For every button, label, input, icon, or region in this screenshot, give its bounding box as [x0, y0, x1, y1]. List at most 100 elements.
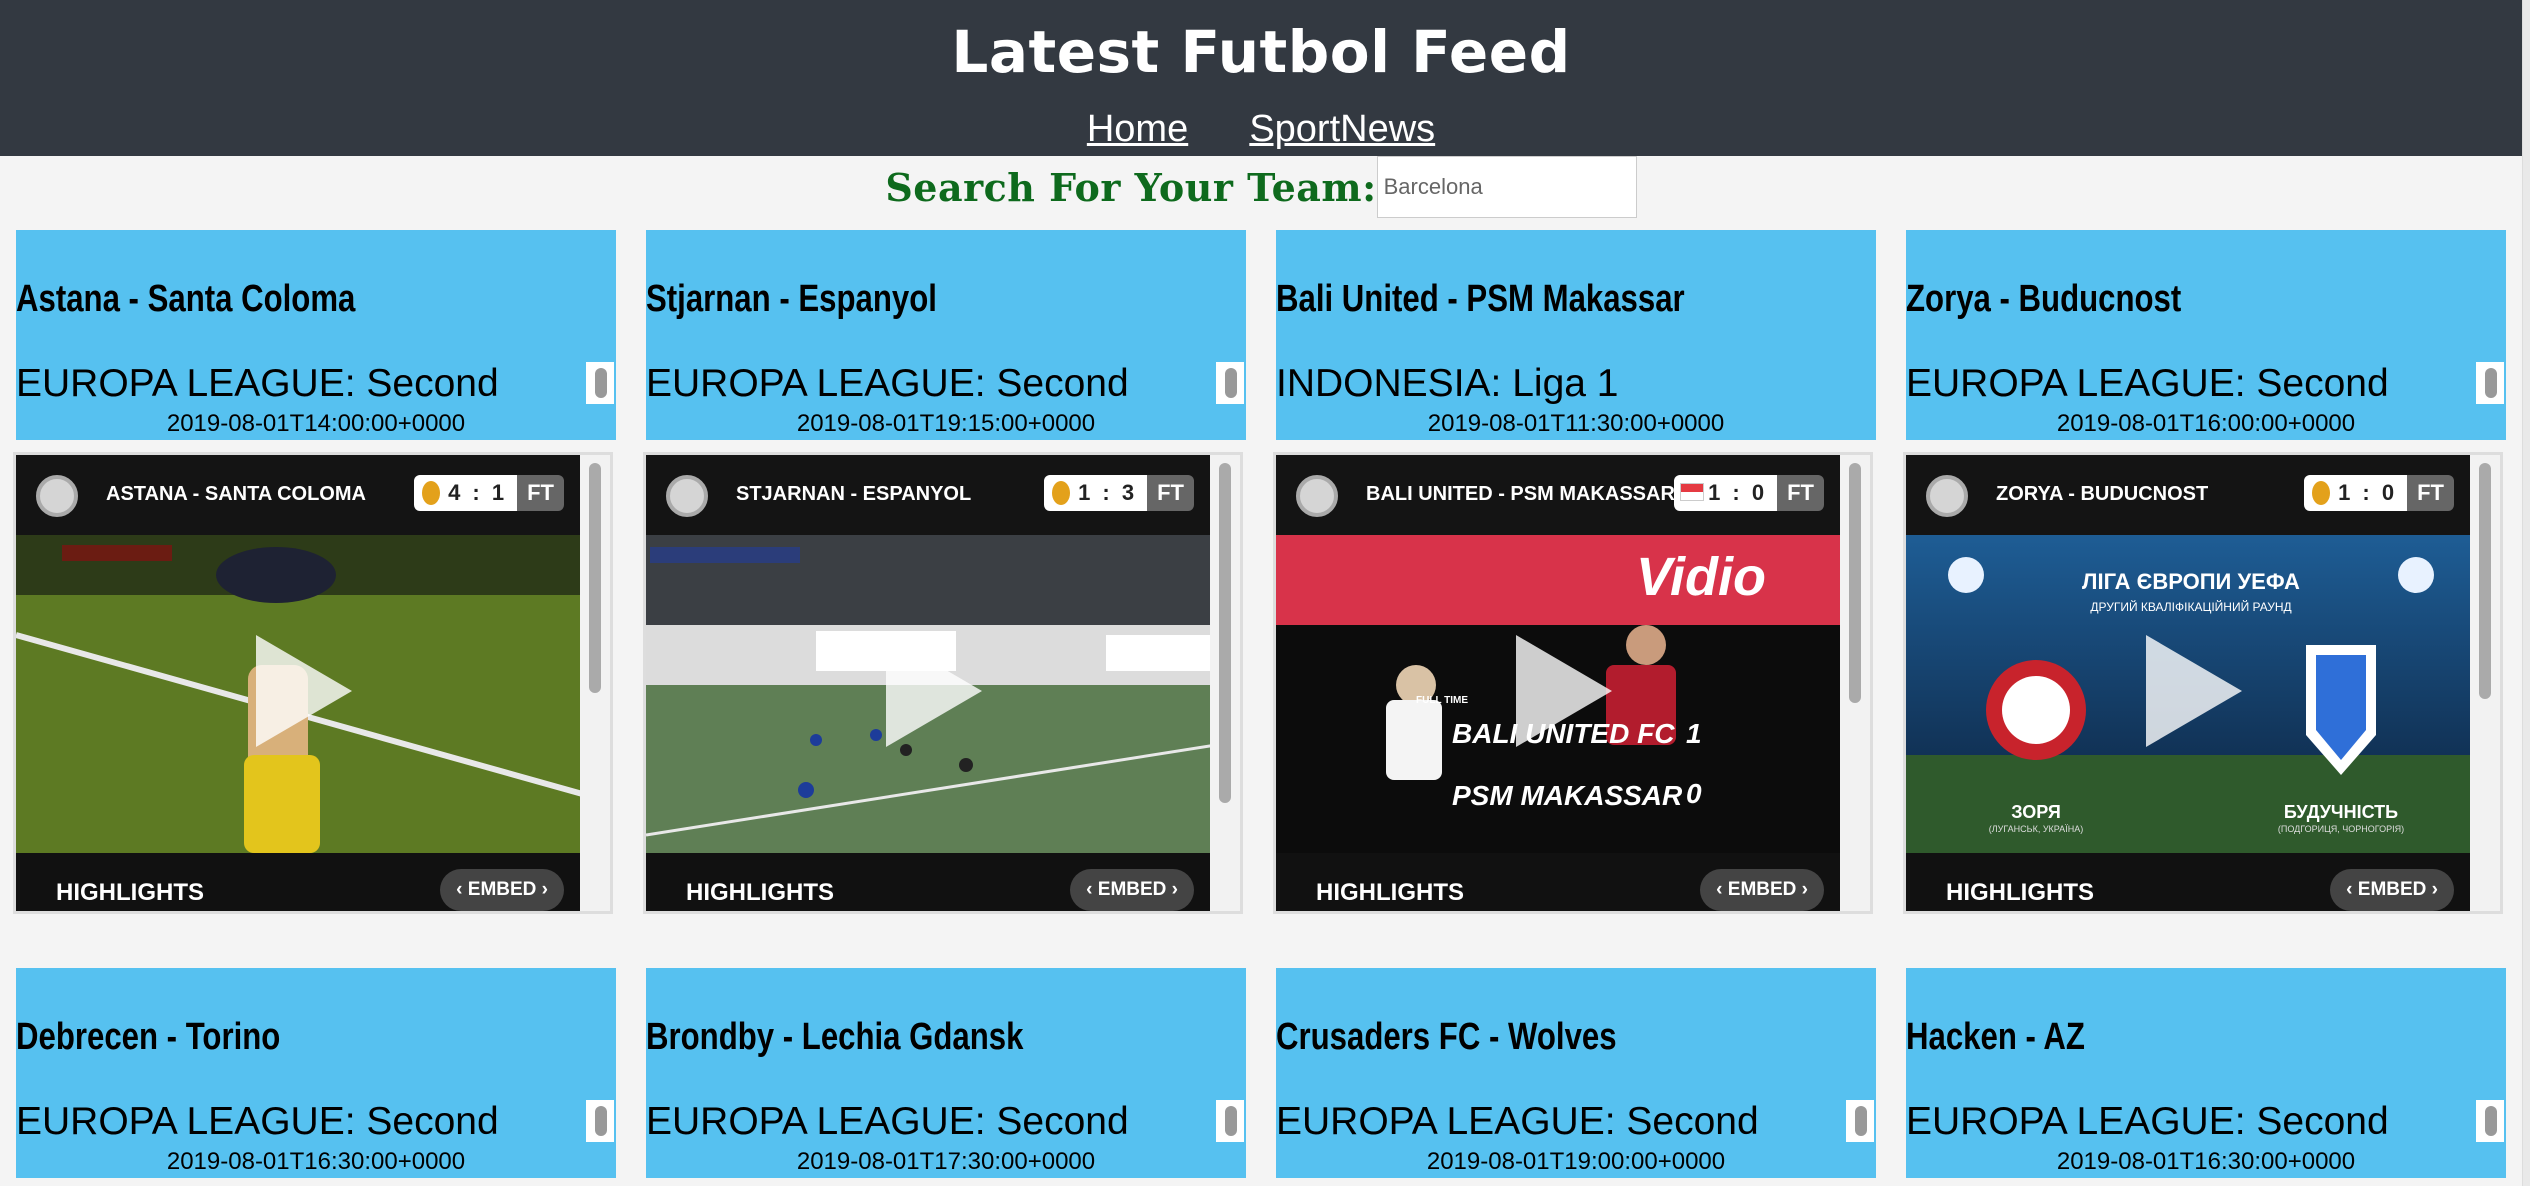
match-title: Stjarnan - Espanyol — [646, 278, 937, 320]
video-teams: ZORYA - BUDUCNOST — [1996, 483, 2209, 505]
video-top-bar: BALI UNITED - PSM MAKASSAR 1 : 0 FT — [1276, 455, 1846, 535]
match-competition: EUROPA LEAGUE: Second — [646, 1100, 1129, 1143]
europa-league-icon — [2312, 481, 2331, 505]
embed-button[interactable]: ‹ EMBED › — [1070, 869, 1194, 911]
play-icon[interactable] — [1516, 635, 1612, 747]
match-title: Brondby - Lechia Gdansk — [646, 1016, 1024, 1058]
video-status: FT — [1147, 475, 1194, 511]
match-competition: EUROPA LEAGUE: Second — [1906, 1100, 2389, 1143]
team-logo-icon — [36, 475, 78, 517]
match-card-header: Bali United - PSM Makassar INDONESIA: Li… — [1276, 230, 1876, 440]
video-status: FT — [517, 475, 564, 511]
page-scrollbar[interactable] — [2522, 0, 2530, 1186]
play-icon[interactable] — [2146, 635, 2242, 747]
highlight-video-embed[interactable]: ASTANA - SANTA COLOMA 4 : 1 FT HIGHLIGHT… — [13, 452, 613, 914]
play-icon[interactable] — [886, 635, 982, 747]
match-date: 2019-08-01T17:30:00+0000 — [796, 1148, 1096, 1175]
match-card-header: Crusaders FC - Wolves EUROPA LEAGUE: Sec… — [1276, 968, 1876, 1178]
embed-button[interactable]: ‹ EMBED › — [1700, 869, 1824, 911]
fulltime-label: FULL TIME — [1416, 695, 1468, 706]
video-score: 1 : 0 — [2338, 480, 2398, 505]
score-badge: 1 : 0 FT — [2304, 475, 2454, 511]
video-bottom-bar: HIGHLIGHTS ‹ EMBED › — [16, 853, 586, 911]
match-card-header: Stjarnan - Espanyol EUROPA LEAGUE: Secon… — [646, 230, 1246, 440]
overlay-away-team: БУДУЧНІСТЬ — [2284, 802, 2398, 822]
score-badge: 1 : 0 FT — [1674, 475, 1824, 511]
video-bottom-bar: HIGHLIGHTS ‹ EMBED › — [1276, 853, 1846, 911]
indonesia-flag-icon — [1680, 483, 1705, 501]
nav-home-link[interactable]: Home — [1087, 108, 1188, 150]
match-competition: INDONESIA: Liga 1 — [1276, 362, 1619, 405]
video-bottom-bar: HIGHLIGHTS ‹ EMBED › — [646, 853, 1216, 911]
match-card-header: Debrecen - Torino EUROPA LEAGUE: Second … — [16, 968, 616, 1178]
embed-button[interactable]: ‹ EMBED › — [440, 869, 564, 911]
match-date: 2019-08-01T16:30:00+0000 — [166, 1148, 466, 1175]
video-status: FT — [2407, 475, 2454, 511]
embed-button[interactable]: ‹ EMBED › — [2330, 869, 2454, 911]
card-scrollbar[interactable] — [1216, 362, 1244, 404]
match-title: Bali United - PSM Makassar — [1276, 278, 1685, 320]
match-date: 2019-08-01T11:30:00+0000 — [1427, 410, 1725, 437]
highlight-video-embed[interactable]: ZORYA - BUDUCNOST 1 : 0 FT ЛІГА ЄВРОПИ У… — [1903, 452, 2503, 914]
match-card-header: Brondby - Lechia Gdansk EUROPA LEAGUE: S… — [646, 968, 1246, 1178]
highlights-label: HIGHLIGHTS — [1946, 879, 2094, 906]
nav-sportnews-link[interactable]: SportNews — [1249, 108, 1435, 150]
video-score: 4 : 1 — [448, 480, 508, 505]
highlights-label: HIGHLIGHTS — [1316, 879, 1464, 906]
overlay-home-score: 1 — [1686, 718, 1702, 749]
match-title: Debrecen - Torino — [16, 1016, 281, 1058]
site-title: Latest Futbol Feed — [951, 18, 1571, 86]
video-top-bar: ASTANA - SANTA COLOMA 4 : 1 FT — [16, 455, 586, 535]
highlights-label: HIGHLIGHTS — [56, 879, 204, 906]
match-date: 2019-08-01T19:15:00+0000 — [796, 410, 1096, 437]
highlight-video-embed[interactable]: BALI UNITED - PSM MAKASSAR 1 : 0 FT Vidi… — [1273, 452, 1873, 914]
highlights-label: HIGHLIGHTS — [686, 879, 834, 906]
match-date: 2019-08-01T19:00:00+0000 — [1426, 1148, 1726, 1175]
search-bar: Search For Your Team: — [0, 156, 2522, 218]
overlay-heading: ЛІГА ЄВРОПИ УЕФА — [2082, 569, 2300, 594]
card-scrollbar[interactable] — [2476, 1100, 2504, 1142]
match-competition: EUROPA LEAGUE: Second — [16, 362, 499, 405]
overlay-subheading: ДРУГИЙ КВАЛІФІКАЦІЙНИЙ РАУНД — [2090, 599, 2291, 614]
video-bottom-bar: HIGHLIGHTS ‹ EMBED › — [1906, 853, 2476, 911]
main-nav: Home SportNews — [0, 108, 2522, 151]
video-scrollbar[interactable] — [2470, 455, 2500, 911]
match-competition: EUROPA LEAGUE: Second — [1276, 1100, 1759, 1143]
score-badge: 1 : 3 FT — [1044, 475, 1194, 511]
video-score: 1 : 0 — [1708, 480, 1768, 505]
match-title: Crusaders FC - Wolves — [1276, 1016, 1617, 1058]
team-search-input[interactable] — [1376, 156, 1637, 218]
highlight-video-embed[interactable]: STJARNAN - ESPANYOL 1 : 3 FT HIGHLIGHTS … — [643, 452, 1243, 914]
card-scrollbar[interactable] — [1216, 1100, 1244, 1142]
video-scrollbar[interactable] — [1840, 455, 1870, 911]
search-label: Search For Your Team: — [885, 164, 1377, 210]
vidio-banner: Vidio — [1636, 547, 1766, 607]
match-competition: EUROPA LEAGUE: Second — [16, 1100, 499, 1143]
video-scrollbar[interactable] — [1210, 455, 1240, 911]
team-logo-icon — [1926, 475, 1968, 517]
video-teams: BALI UNITED - PSM MAKASSAR — [1366, 483, 1675, 505]
video-scrollbar[interactable] — [580, 455, 610, 911]
match-card-header: Zorya - Buducnost EUROPA LEAGUE: Second … — [1906, 230, 2506, 440]
match-card-header: Astana - Santa Coloma EUROPA LEAGUE: Sec… — [16, 230, 616, 440]
overlay-home-team: ЗОРЯ — [2011, 802, 2061, 822]
match-competition: EUROPA LEAGUE: Second — [1906, 362, 2389, 405]
europa-league-icon — [422, 481, 441, 505]
site-header: Latest Futbol Feed Home SportNews — [0, 0, 2522, 156]
score-badge: 4 : 1 FT — [414, 475, 564, 511]
video-top-bar: ZORYA - BUDUCNOST 1 : 0 FT — [1906, 455, 2476, 535]
match-competition: EUROPA LEAGUE: Second — [646, 362, 1129, 405]
match-card-header: Hacken - AZ EUROPA LEAGUE: Second 2019-0… — [1906, 968, 2506, 1178]
overlay-away-sub: (ПОДГОРИЦЯ, ЧОРНОГОРІЯ) — [2278, 824, 2404, 834]
video-score: 1 : 3 — [1078, 480, 1138, 505]
card-scrollbar[interactable] — [1846, 1100, 1874, 1142]
match-date: 2019-08-01T14:00:00+0000 — [166, 410, 466, 437]
card-scrollbar[interactable] — [586, 362, 614, 404]
card-scrollbar[interactable] — [2476, 362, 2504, 404]
card-scrollbar[interactable] — [586, 1100, 614, 1142]
europa-league-icon — [1052, 481, 1071, 505]
play-icon[interactable] — [256, 635, 352, 747]
team-logo-icon — [666, 475, 708, 517]
match-title: Hacken - AZ — [1906, 1016, 2085, 1058]
match-date: 2019-08-01T16:00:00+0000 — [2056, 410, 2356, 437]
